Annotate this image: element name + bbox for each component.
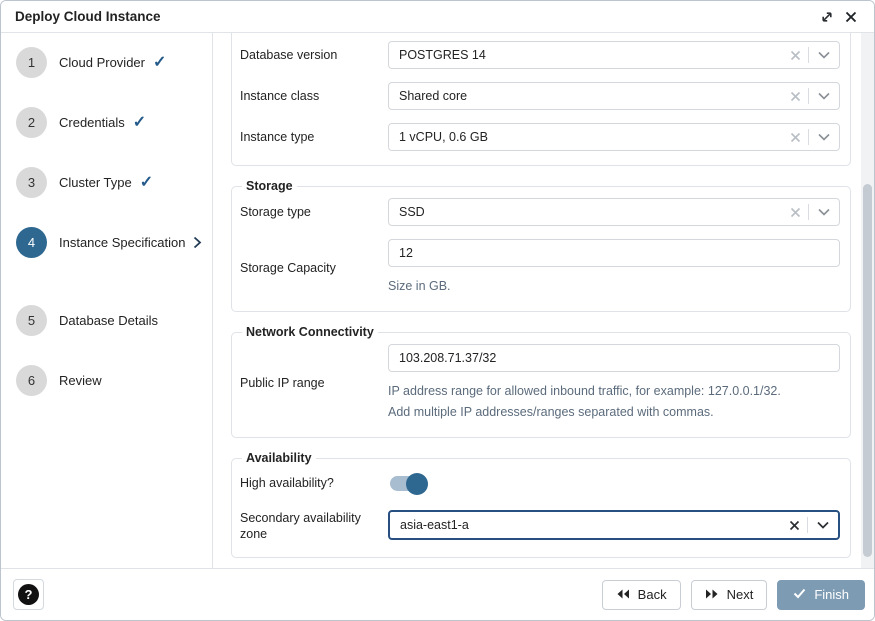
public-ip-input-box bbox=[388, 344, 840, 372]
step-instance-specification[interactable]: 4 Instance Specification bbox=[16, 227, 202, 257]
step-label: Credentials ✓ bbox=[59, 112, 146, 132]
maximize-icon[interactable] bbox=[816, 6, 838, 28]
clear-icon[interactable] bbox=[783, 91, 808, 102]
step-number: 3 bbox=[16, 167, 47, 198]
back-button[interactable]: Back bbox=[602, 580, 681, 610]
clear-icon[interactable] bbox=[783, 207, 808, 218]
clear-icon[interactable] bbox=[783, 50, 808, 61]
section-storage: Storage Storage type SSD bbox=[231, 179, 851, 312]
high-availability-toggle[interactable] bbox=[390, 476, 425, 491]
step-review[interactable]: 6 Review bbox=[16, 365, 102, 395]
toggle-thumb bbox=[406, 473, 428, 495]
step-cloud-provider[interactable]: 1 Cloud Provider ✓ bbox=[16, 47, 166, 77]
help-button[interactable]: ? bbox=[13, 579, 44, 610]
chevron-down-icon[interactable] bbox=[808, 521, 838, 529]
dialog-footer: ? Back Next bbox=[1, 568, 874, 620]
storage-capacity-input-box bbox=[388, 239, 840, 267]
section-legend: Network Connectivity bbox=[242, 325, 378, 339]
check-icon: ✓ bbox=[153, 52, 166, 72]
step-credentials[interactable]: 2 Credentials ✓ bbox=[16, 107, 146, 137]
step-cluster-type[interactable]: 3 Cluster Type ✓ bbox=[16, 167, 153, 197]
selected-value: asia-east1-a bbox=[400, 518, 782, 532]
scrollbar-thumb[interactable] bbox=[863, 184, 872, 557]
storage-type-select[interactable]: SSD bbox=[388, 198, 840, 226]
back-icon bbox=[616, 587, 630, 602]
next-button[interactable]: Next bbox=[691, 580, 768, 610]
chevron-down-icon[interactable] bbox=[809, 208, 839, 216]
vertical-scrollbar[interactable] bbox=[861, 33, 874, 568]
step-number: 5 bbox=[16, 305, 47, 336]
section-legend: Version & Instance bbox=[242, 33, 362, 36]
close-icon[interactable] bbox=[840, 6, 862, 28]
step-number: 4 bbox=[16, 227, 47, 258]
section-legend: Storage bbox=[242, 179, 297, 193]
field-label: Instance class bbox=[240, 82, 388, 110]
section-version-instance: Version & Instance Database version POST… bbox=[231, 33, 851, 166]
selected-value: SSD bbox=[399, 205, 783, 219]
secondary-zone-select[interactable]: asia-east1-a bbox=[388, 510, 840, 540]
step-label: Review bbox=[59, 373, 102, 388]
step-label: Instance Specification bbox=[59, 235, 202, 250]
public-ip-helper: IP address range for allowed inbound tra… bbox=[388, 381, 840, 423]
chevron-down-icon[interactable] bbox=[809, 92, 839, 100]
clear-icon[interactable] bbox=[782, 520, 807, 531]
form-fields: Version & Instance Database version POST… bbox=[231, 33, 851, 558]
field-label: Storage Capacity bbox=[240, 239, 388, 297]
finish-check-icon bbox=[793, 587, 806, 602]
field-database-version: Database version POSTGRES 14 bbox=[240, 41, 840, 69]
field-label: Secondary availability zone bbox=[240, 510, 388, 543]
storage-capacity-helper: Size in GB. bbox=[388, 276, 840, 297]
deploy-cloud-instance-dialog: Deploy Cloud Instance 1 Cloud Provider ✓ bbox=[0, 0, 875, 621]
step-label: Database Details bbox=[59, 313, 158, 328]
step-number: 1 bbox=[16, 47, 47, 78]
field-storage-type: Storage type SSD bbox=[240, 198, 840, 226]
selected-value: Shared core bbox=[399, 89, 783, 103]
next-icon bbox=[705, 587, 719, 602]
field-public-ip-range: Public IP range IP address range for all… bbox=[240, 344, 840, 423]
instance-type-select[interactable]: 1 vCPU, 0.6 GB bbox=[388, 123, 840, 151]
chevron-down-icon[interactable] bbox=[809, 51, 839, 59]
field-instance-type: Instance type 1 vCPU, 0.6 GB bbox=[240, 123, 840, 151]
step-number: 2 bbox=[16, 107, 47, 138]
step-label: Cluster Type ✓ bbox=[59, 172, 153, 192]
field-high-availability: High availability? bbox=[240, 470, 840, 497]
check-icon: ✓ bbox=[133, 112, 146, 132]
dialog-body: 1 Cloud Provider ✓ 2 Credentials ✓ 3 Clu… bbox=[1, 33, 874, 568]
step-number: 6 bbox=[16, 365, 47, 396]
field-label: Database version bbox=[240, 41, 388, 69]
chevron-right-icon bbox=[193, 236, 202, 249]
titlebar: Deploy Cloud Instance bbox=[1, 1, 874, 33]
wizard-steps-sidebar: 1 Cloud Provider ✓ 2 Credentials ✓ 3 Clu… bbox=[1, 33, 213, 568]
storage-capacity-input[interactable] bbox=[399, 246, 839, 260]
step-label: Cloud Provider ✓ bbox=[59, 52, 166, 72]
public-ip-input[interactable] bbox=[399, 351, 839, 365]
instance-class-select[interactable]: Shared core bbox=[388, 82, 840, 110]
check-icon: ✓ bbox=[140, 172, 153, 192]
dialog-title: Deploy Cloud Instance bbox=[15, 9, 816, 24]
chevron-down-icon[interactable] bbox=[809, 133, 839, 141]
field-instance-class: Instance class Shared core bbox=[240, 82, 840, 110]
field-label: Instance type bbox=[240, 123, 388, 151]
help-icon: ? bbox=[18, 584, 39, 605]
section-availability: Availability High availability? Secondar… bbox=[231, 451, 851, 558]
field-storage-capacity: Storage Capacity Size in GB. bbox=[240, 239, 840, 297]
selected-value: 1 vCPU, 0.6 GB bbox=[399, 130, 783, 144]
step-database-details[interactable]: 5 Database Details bbox=[16, 305, 158, 335]
selected-value: POSTGRES 14 bbox=[399, 48, 783, 62]
field-label: Storage type bbox=[240, 198, 388, 226]
field-label: High availability? bbox=[240, 470, 388, 497]
field-label: Public IP range bbox=[240, 344, 388, 423]
form-content: Version & Instance Database version POST… bbox=[213, 33, 874, 568]
section-legend: Availability bbox=[242, 451, 316, 465]
clear-icon[interactable] bbox=[783, 132, 808, 143]
finish-button[interactable]: Finish bbox=[777, 580, 865, 610]
database-version-select[interactable]: POSTGRES 14 bbox=[388, 41, 840, 69]
section-network-connectivity: Network Connectivity Public IP range IP … bbox=[231, 325, 851, 438]
field-secondary-availability-zone: Secondary availability zone asia-east1-a bbox=[240, 510, 840, 543]
